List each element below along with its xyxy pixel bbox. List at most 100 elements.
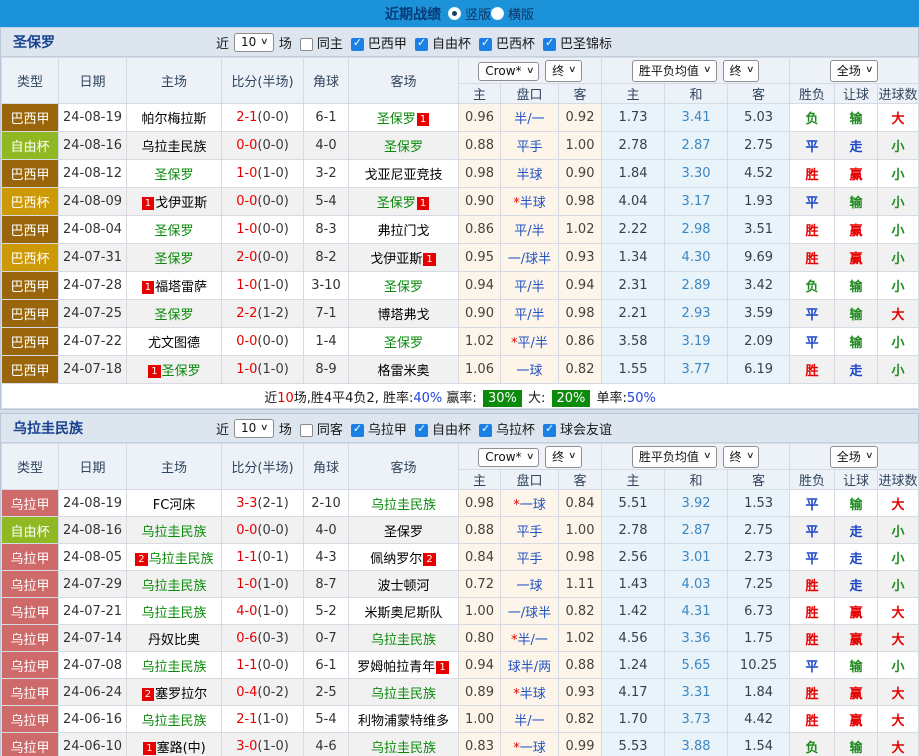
- avg-home-cell: 1.70: [602, 706, 665, 733]
- team-link[interactable]: 戈亚尼亚竞技: [364, 168, 442, 183]
- checked-checkbox-icon[interactable]: [479, 38, 492, 51]
- avg-away-cell: 4.52: [728, 160, 790, 188]
- team-link[interactable]: 圣保罗: [384, 525, 423, 540]
- team-link[interactable]: 乌拉圭民族: [149, 552, 214, 567]
- date-cell: 24-08-04: [59, 216, 127, 244]
- team-link[interactable]: 乌拉圭民族: [371, 687, 436, 702]
- team-link[interactable]: 乌拉圭民族: [371, 633, 436, 648]
- radio-label: 竖版: [465, 4, 491, 23]
- handicap-result-cell: 赢: [835, 625, 878, 652]
- checked-checkbox-icon[interactable]: [543, 424, 556, 437]
- checked-checkbox-icon[interactable]: [415, 38, 428, 51]
- recent-count-select[interactable]: 10∨: [234, 419, 274, 438]
- team-link[interactable]: 乌拉圭民族: [141, 525, 206, 540]
- team-link[interactable]: 佩纳罗尔: [370, 552, 422, 567]
- team-link[interactable]: 乌拉圭民族: [371, 498, 436, 513]
- radio-icon[interactable]: [491, 7, 504, 20]
- goals-result-cell: 大: [878, 679, 919, 706]
- corners-cell: 8-7: [304, 571, 349, 598]
- team-link[interactable]: 米斯奥尼斯队: [364, 606, 442, 621]
- checked-checkbox-icon[interactable]: [543, 38, 556, 51]
- unchecked-checkbox-icon[interactable]: [300, 424, 313, 437]
- team-link[interactable]: 圣保罗: [162, 364, 201, 379]
- team-link[interactable]: 乌拉圭民族: [141, 660, 206, 675]
- home-odds-cell: 0.94: [459, 652, 501, 679]
- checked-checkbox-icon[interactable]: [351, 424, 364, 437]
- odds-state-select[interactable]: 终∨: [545, 446, 582, 468]
- handicap-cell: 一球: [501, 356, 559, 384]
- away-odds-cell: 0.93: [559, 244, 602, 272]
- team-name[interactable]: 乌拉圭民族: [1, 418, 216, 438]
- odds-state-select[interactable]: 终∨: [545, 60, 582, 82]
- handicap-cell: *平/半: [501, 328, 559, 356]
- checked-checkbox-icon[interactable]: [479, 424, 492, 437]
- halftime-score: (1-0): [257, 362, 288, 377]
- team-link[interactable]: 圣保罗: [154, 168, 193, 183]
- mean-state-select[interactable]: 终∨: [723, 446, 760, 468]
- team-link[interactable]: 圣保罗: [154, 252, 193, 267]
- team-link[interactable]: 塞路(中): [157, 741, 206, 756]
- home-odds-cell: 1.02: [459, 328, 501, 356]
- chevron-down-icon: ∨: [746, 451, 755, 461]
- layout-radio-option[interactable]: 横版: [491, 4, 534, 23]
- team-link[interactable]: 圣保罗: [154, 224, 193, 239]
- team-link[interactable]: 福塔雷萨: [155, 280, 207, 295]
- match-row: 巴西甲 24-08-04 圣保罗 1-0(0-0) 8-3 弗拉门戈 0.86 …: [2, 216, 919, 244]
- team-link[interactable]: 罗姆帕拉青年: [357, 660, 435, 675]
- home-odds-cell: 0.94: [459, 272, 501, 300]
- recent-count-select[interactable]: 10∨: [234, 33, 274, 52]
- team-link[interactable]: 戈伊亚斯: [155, 196, 207, 211]
- team-link[interactable]: 乌拉圭民族: [141, 579, 206, 594]
- team-link[interactable]: 乌拉圭民族: [141, 714, 206, 729]
- team-link[interactable]: 波士顿河: [377, 579, 429, 594]
- team-link[interactable]: 格雷米奥: [377, 364, 429, 379]
- mean-state-select[interactable]: 终∨: [723, 60, 760, 82]
- corners-cell: 5-2: [304, 598, 349, 625]
- team-link[interactable]: 圣保罗: [384, 280, 423, 295]
- away-odds-cell: 0.98: [559, 544, 602, 571]
- team-link[interactable]: 弗拉门戈: [377, 224, 429, 239]
- team-link[interactable]: 圣保罗: [377, 196, 416, 211]
- team-name[interactable]: 圣保罗: [1, 32, 216, 52]
- avg-draw-cell: 2.93: [665, 300, 728, 328]
- team-link[interactable]: FC河床: [153, 498, 196, 513]
- halftime-score: (0-1): [257, 550, 288, 565]
- unchecked-checkbox-icon[interactable]: [300, 38, 313, 51]
- scope-select[interactable]: 全场∨: [830, 60, 879, 82]
- col-type: 类型: [2, 444, 59, 490]
- team-link[interactable]: 圣保罗: [384, 140, 423, 155]
- checked-checkbox-icon[interactable]: [351, 38, 364, 51]
- team-link[interactable]: 利物浦蒙特维多: [358, 714, 449, 729]
- handicap-result-cell: 输: [835, 104, 878, 132]
- team-link[interactable]: 尤文图德: [148, 336, 200, 351]
- handicap-value: 一球: [520, 498, 546, 513]
- odds-company-select[interactable]: Crow*∨: [478, 448, 539, 467]
- team-link[interactable]: 圣保罗: [384, 336, 423, 351]
- home-odds-cell: 0.88: [459, 517, 501, 544]
- team-link[interactable]: 乌拉圭民族: [141, 606, 206, 621]
- date-cell: 24-07-22: [59, 328, 127, 356]
- mean-type-select[interactable]: 胜平负均值∨: [632, 446, 717, 468]
- team-link[interactable]: 圣保罗: [377, 112, 416, 127]
- home-team-cell: 1福塔雷萨: [127, 272, 222, 300]
- goals-result-cell: 小: [878, 571, 919, 598]
- team-link[interactable]: 圣保罗: [154, 308, 193, 323]
- score-cell: 1-1(0-0): [222, 652, 304, 679]
- team-link[interactable]: 博塔弗戈: [377, 308, 429, 323]
- scope-select[interactable]: 全场∨: [830, 446, 879, 468]
- odds-company-select[interactable]: Crow*∨: [478, 62, 539, 81]
- layout-options: 竖版横版: [448, 4, 534, 24]
- team-link[interactable]: 丹奴比奥: [148, 633, 200, 648]
- topbar: 近期战绩 竖版横版: [0, 0, 919, 28]
- mean-type-select[interactable]: 胜平负均值∨: [632, 60, 717, 82]
- radio-icon[interactable]: [448, 7, 461, 20]
- team-link[interactable]: 帕尔梅拉斯: [141, 112, 206, 127]
- checked-checkbox-icon[interactable]: [415, 424, 428, 437]
- result-cell: 胜: [790, 598, 835, 625]
- team-link[interactable]: 戈伊亚斯: [370, 252, 422, 267]
- team-link[interactable]: 塞罗拉尔: [155, 687, 207, 702]
- team-link[interactable]: 乌拉圭民族: [371, 741, 436, 756]
- layout-radio-selected[interactable]: 竖版: [448, 4, 491, 23]
- team-link[interactable]: 乌拉圭民族: [141, 140, 206, 155]
- match-row: 巴西甲 24-07-22 尤文图德 0-0(0-0) 1-4 圣保罗 1.02 …: [2, 328, 919, 356]
